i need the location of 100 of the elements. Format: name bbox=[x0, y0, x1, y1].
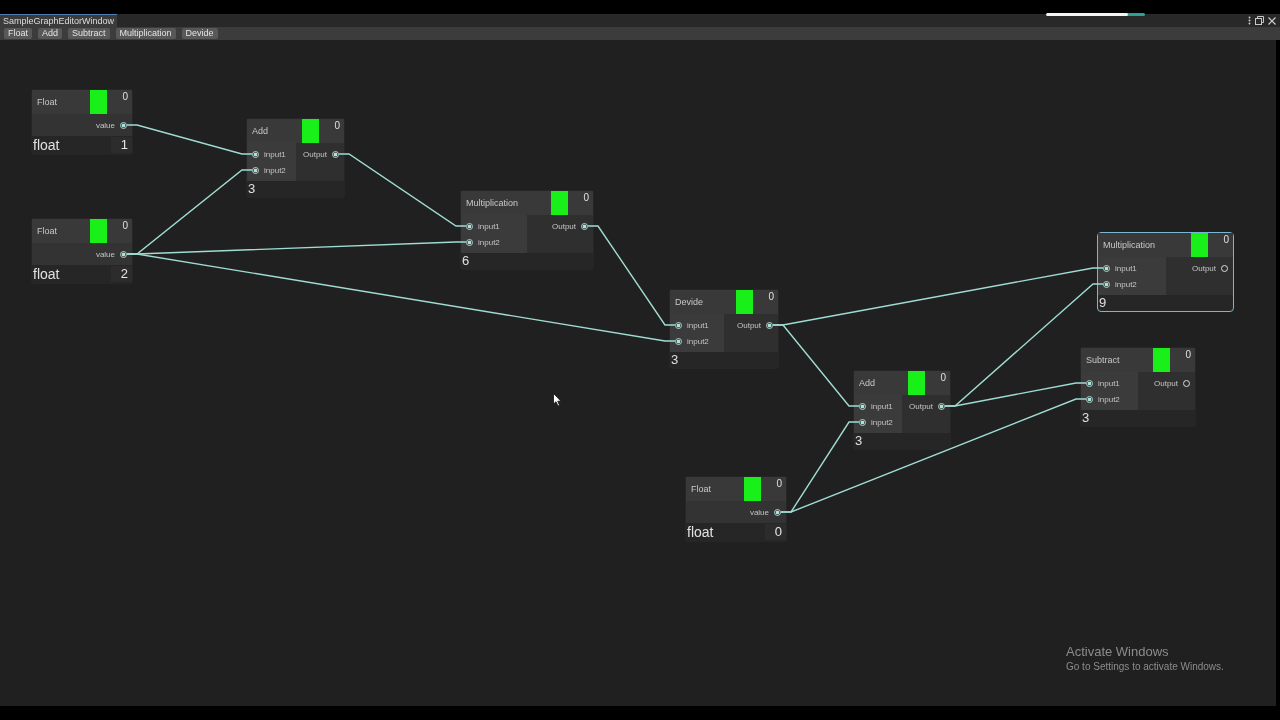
port-label: input1 bbox=[687, 320, 709, 330]
node-title: Subtract bbox=[1085, 354, 1121, 367]
graph-node[interactable]: Add 0 input1 input2 Output 3 bbox=[853, 370, 951, 450]
value-field[interactable]: 0 bbox=[765, 524, 786, 540]
node-title: Multiplication bbox=[465, 197, 520, 210]
mouse-pointer-icon bbox=[553, 393, 562, 407]
port-label: Output bbox=[737, 320, 761, 330]
port-label: input2 bbox=[871, 417, 893, 427]
port-label: input2 bbox=[264, 165, 286, 175]
port-label: value bbox=[95, 249, 115, 259]
port-icon[interactable] bbox=[332, 150, 339, 158]
port-label: Output bbox=[303, 149, 327, 159]
port-icon[interactable] bbox=[774, 508, 781, 516]
port-label: value bbox=[95, 120, 115, 130]
node-count: 0 bbox=[775, 477, 783, 491]
port-label: input1 bbox=[1098, 378, 1120, 388]
node-result: 9 bbox=[1099, 295, 1107, 311]
type-label: float bbox=[33, 266, 60, 282]
node-count: 0 bbox=[582, 191, 590, 205]
port-label: input1 bbox=[478, 221, 500, 231]
toolbar-button[interactable]: Multiplication bbox=[115, 28, 176, 39]
port-icon[interactable] bbox=[466, 238, 473, 246]
port-label: input2 bbox=[687, 336, 709, 346]
port-icon[interactable] bbox=[1103, 264, 1110, 272]
swatch-icon bbox=[1153, 348, 1170, 372]
port-icon[interactable] bbox=[675, 337, 682, 345]
window-tab[interactable]: SampleGraphEditorWindow bbox=[0, 14, 118, 27]
node-count: 0 bbox=[333, 119, 341, 133]
port-icon[interactable] bbox=[1103, 280, 1110, 288]
node-count: 0 bbox=[939, 371, 947, 385]
graph-node[interactable]: Add 0 input1 input2 Output 3 bbox=[246, 118, 345, 198]
node-title: Float bbox=[690, 483, 712, 496]
port-icon[interactable] bbox=[252, 166, 259, 174]
swatch-icon bbox=[551, 191, 568, 215]
node-count: 0 bbox=[767, 290, 775, 304]
port-icon[interactable] bbox=[766, 321, 773, 329]
node-result: 3 bbox=[855, 433, 863, 449]
toolbar-button[interactable]: Float bbox=[4, 28, 32, 39]
port-label: Output bbox=[1154, 378, 1178, 388]
node-title: Devide bbox=[674, 296, 704, 309]
activation-notice-title: Activate Windows bbox=[1066, 644, 1170, 659]
node-count: 0 bbox=[1184, 348, 1192, 362]
type-label: float bbox=[687, 524, 714, 540]
type-label: float bbox=[33, 137, 60, 153]
swatch-icon bbox=[1191, 233, 1208, 257]
graph-node[interactable]: Float 0 value float 1 bbox=[31, 89, 133, 155]
port-label: input2 bbox=[478, 237, 500, 247]
port-label: input1 bbox=[264, 149, 286, 159]
toolbar-button[interactable]: Devide bbox=[181, 28, 218, 39]
port-label: Output bbox=[909, 401, 933, 411]
swatch-icon bbox=[90, 90, 107, 114]
activation-notice-text: Go to Settings to activate Windows. bbox=[1066, 661, 1224, 672]
swatch-icon bbox=[90, 219, 107, 243]
swatch-icon bbox=[908, 371, 925, 395]
toolbar-button[interactable]: Add bbox=[38, 28, 63, 39]
port-icon[interactable] bbox=[859, 418, 866, 426]
port-icon[interactable] bbox=[1086, 395, 1093, 403]
port-icon[interactable] bbox=[120, 121, 127, 129]
node-title: Add bbox=[858, 377, 876, 390]
restore-window-icon[interactable] bbox=[1255, 16, 1264, 25]
port-icon[interactable] bbox=[859, 402, 866, 410]
port-label: value bbox=[749, 507, 769, 517]
swatch-icon bbox=[744, 477, 761, 501]
value-field[interactable]: 1 bbox=[111, 137, 132, 153]
port-icon[interactable] bbox=[938, 402, 945, 410]
port-icon[interactable] bbox=[120, 250, 127, 258]
node-title: Float bbox=[36, 96, 58, 109]
node-result: 3 bbox=[248, 181, 256, 197]
graph-node[interactable]: Multiplication 0 input1 input2 Output 6 bbox=[460, 190, 594, 270]
more-options-icon[interactable] bbox=[1248, 16, 1251, 25]
node-result: 6 bbox=[462, 253, 470, 269]
node-count: 0 bbox=[121, 90, 129, 104]
graph-node[interactable]: Float 0 value float 2 bbox=[31, 218, 133, 284]
swatch-icon bbox=[302, 119, 319, 143]
graph-node[interactable]: Multiplication 0 input1 input2 Output 9 bbox=[1097, 232, 1234, 312]
toolbar-button[interactable]: Subtract bbox=[68, 28, 110, 39]
port-label: input1 bbox=[1115, 263, 1137, 273]
port-icon[interactable] bbox=[1086, 379, 1093, 387]
port-icon[interactable] bbox=[675, 321, 682, 329]
node-title: Float bbox=[36, 225, 58, 238]
swatch-icon bbox=[736, 290, 753, 314]
port-icon[interactable] bbox=[252, 150, 259, 158]
node-result: 3 bbox=[1082, 410, 1090, 426]
node-result: 3 bbox=[671, 352, 679, 368]
graph-node[interactable]: Float 0 value float 0 bbox=[685, 476, 787, 542]
port-label: Output bbox=[552, 221, 576, 231]
close-icon[interactable] bbox=[1268, 16, 1276, 25]
port-icon[interactable] bbox=[466, 222, 473, 230]
node-count: 0 bbox=[1222, 233, 1230, 247]
port-label: Output bbox=[1192, 263, 1216, 273]
graph-node[interactable]: Devide 0 input1 input2 Output 3 bbox=[669, 289, 779, 369]
port-label: input2 bbox=[1115, 279, 1137, 289]
graph-node[interactable]: Subtract 0 input1 input2 Output 3 bbox=[1080, 347, 1196, 427]
port-icon[interactable] bbox=[581, 222, 588, 230]
node-title: Add bbox=[251, 125, 269, 138]
value-field[interactable]: 2 bbox=[111, 266, 132, 282]
port-label: input2 bbox=[1098, 394, 1120, 404]
node-title: Multiplication bbox=[1102, 239, 1157, 252]
port-label: input1 bbox=[871, 401, 893, 411]
node-count: 0 bbox=[121, 219, 129, 233]
